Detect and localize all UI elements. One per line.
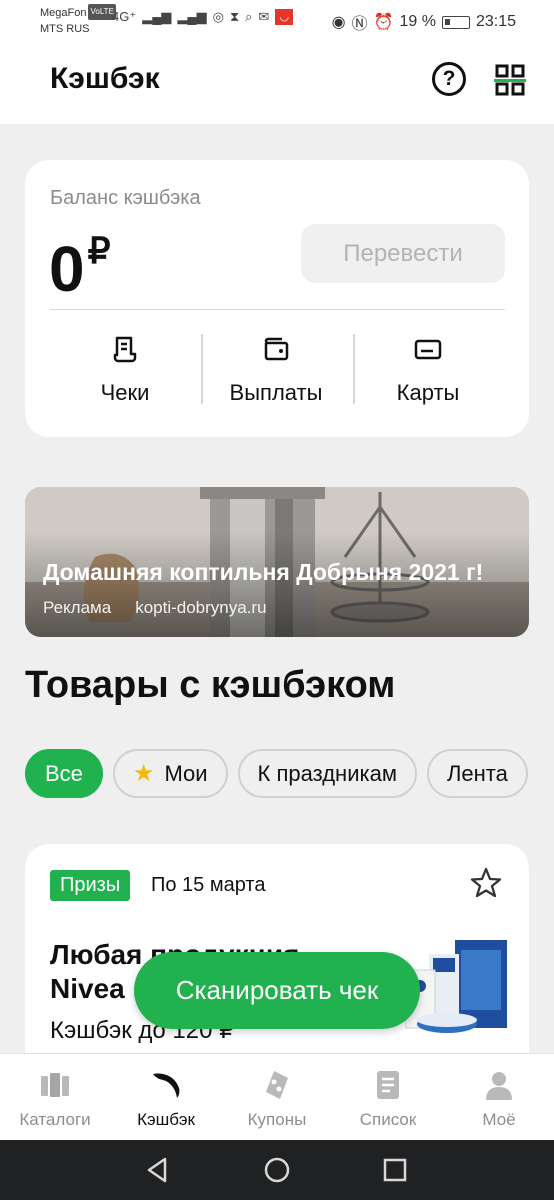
app-notification-icon: ◡: [275, 9, 294, 25]
alarm-icon: ⏰: [373, 14, 394, 31]
chip-mine[interactable]: ★ Мои: [112, 749, 228, 798]
back-icon[interactable]: [143, 1155, 173, 1185]
nfc-icon: Ⓝ: [351, 16, 368, 33]
star-icon: ★: [132, 760, 155, 787]
nav-catalogs[interactable]: Каталоги: [0, 1068, 110, 1130]
nav-coupons[interactable]: Купоны: [222, 1068, 332, 1130]
nav-list[interactable]: Список: [333, 1068, 443, 1130]
battery-percent: 19 %: [399, 13, 436, 30]
carrier-2: MTS RUS: [40, 23, 90, 35]
product-image: [405, 940, 507, 1033]
carrier-info: MegaFon VoLTE MTS RUS: [40, 4, 116, 37]
bottom-nav: Каталоги Кэшбэк Купоны Список Моё: [0, 1053, 554, 1140]
hourglass-icon: ⧗: [230, 9, 240, 24]
balance-value: 0 ₽: [49, 216, 110, 304]
chip-label: Мои: [164, 761, 208, 786]
chip-all[interactable]: Все: [25, 749, 103, 798]
help-button[interactable]: ?: [432, 62, 466, 96]
chip-label: Все: [45, 761, 83, 786]
status-bar: MegaFon VoLTE MTS RUS 4G⁺ ▂▄▆ ▂▄▆ ◎ ⧗ ⌕ ✉…: [0, 0, 554, 40]
favorite-button[interactable]: [469, 866, 503, 900]
carrier-1: MegaFon: [40, 7, 87, 19]
qr-code-icon: [494, 64, 526, 96]
profile-icon: [486, 1072, 512, 1100]
nav-label: Купоны: [247, 1110, 307, 1129]
cards-action[interactable]: Карты: [378, 334, 478, 414]
clock: 23:15: [475, 13, 516, 30]
nav-label: Моё: [482, 1110, 516, 1129]
status-icons: 4G⁺ ▂▄▆ ▂▄▆ ◎ ⧗ ⌕ ✉ ◡: [112, 9, 294, 25]
system-nav-bar: [0, 1140, 554, 1200]
deadline: По 15 марта: [151, 874, 266, 896]
chip-lenta[interactable]: Лента: [426, 749, 528, 798]
network-type: 4G⁺: [112, 9, 137, 24]
receipts-action[interactable]: Чеки: [80, 334, 170, 414]
wallet-icon: [264, 337, 289, 361]
filter-chips: Все ★ Мои К праздникам Лента: [25, 749, 554, 799]
search-icon: ⌕: [245, 9, 253, 24]
page-title: Кэшбэк: [50, 62, 160, 95]
nav-label: Список: [359, 1110, 417, 1129]
cards-label: Карты: [396, 380, 460, 405]
mail-icon: ✉: [258, 9, 270, 24]
star-outline-icon: [470, 867, 502, 898]
ad-meta: Реклама kopti-dobrynya.ru: [43, 598, 267, 618]
status-right: ◉ Ⓝ ⏰ 19 % 23:15: [332, 10, 516, 34]
home-icon[interactable]: [262, 1155, 292, 1185]
section-title: Товары с кэшбэком: [25, 664, 396, 706]
ad-banner[interactable]: Домашняя коптильня Добрыня 2021 г! Рекла…: [25, 487, 529, 637]
receipt-icon: [113, 336, 137, 363]
nav-label: Кэшбэк: [137, 1110, 195, 1129]
chip-label: Лента: [446, 761, 508, 786]
ad-tag: Реклама: [43, 598, 112, 617]
cashback-icon: [153, 1073, 180, 1098]
nav-profile[interactable]: Моё: [444, 1068, 554, 1130]
scan-receipt-button[interactable]: Сканировать чек: [134, 952, 420, 1029]
nav-label: Каталоги: [19, 1110, 91, 1129]
signal-icon: ▂▄▆: [142, 9, 172, 24]
payouts-label: Выплаты: [229, 380, 323, 405]
app-header: Кэшбэк ?: [0, 40, 554, 124]
balance-card: Баланс кэшбэка 0 ₽ Перевести Чеки Выплаты…: [25, 160, 529, 437]
action-separator: [353, 334, 355, 404]
signal-2-icon: ▂▄▆: [177, 9, 207, 24]
payouts-action[interactable]: Выплаты: [216, 334, 336, 414]
battery-icon: [441, 15, 470, 29]
ad-domain: kopti-dobrynya.ru: [135, 598, 267, 617]
coupons-icon: [266, 1071, 288, 1099]
recents-icon[interactable]: [380, 1155, 410, 1185]
balance-label: Баланс кэшбэка: [50, 187, 201, 209]
transfer-button[interactable]: Перевести: [301, 224, 505, 283]
prize-badge: Призы: [50, 870, 131, 901]
eye-icon: ◉: [331, 14, 346, 31]
action-separator: [201, 334, 203, 404]
balance-currency: ₽: [87, 230, 111, 271]
chip-label: К праздникам: [257, 761, 397, 786]
list-icon: [377, 1071, 399, 1099]
qr-code-button[interactable]: [494, 64, 526, 96]
receipts-label: Чеки: [100, 380, 150, 405]
catalogs-icon: [41, 1073, 69, 1097]
hotspot-icon: ◎: [212, 9, 224, 24]
chip-holidays[interactable]: К праздникам: [237, 749, 417, 798]
nav-cashback[interactable]: Кэшбэк: [111, 1068, 221, 1130]
balance-amount: 0: [49, 233, 85, 305]
divider: [50, 309, 505, 310]
ad-title: Домашняя коптильня Добрыня 2021 г!: [43, 559, 484, 585]
card-icon: [414, 339, 442, 360]
